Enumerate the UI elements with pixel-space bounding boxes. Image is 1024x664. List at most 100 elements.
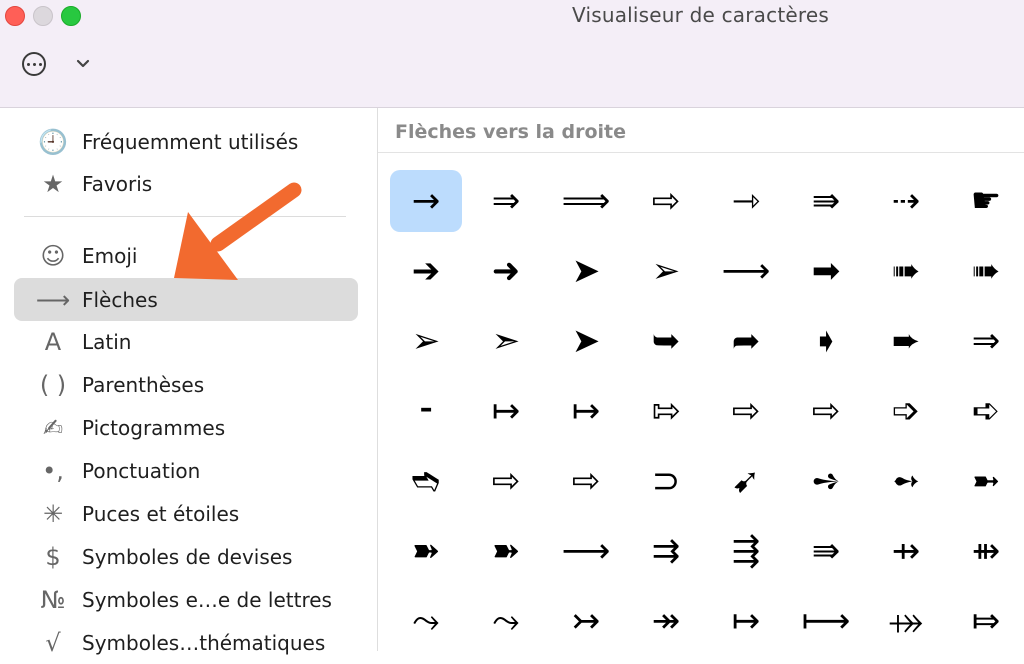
character-cell[interactable]: ➦ [710,310,782,372]
section-title: Flèches vers la droite [395,121,626,143]
character-cell[interactable]: ⟹ [550,170,622,232]
character-cell[interactable]: ⟶ [550,520,622,582]
sidebar-item-label: Fréquemment utilisés [82,130,299,154]
sidebar-item-3[interactable]: ⟶ Flèches [14,278,358,321]
star-icon: ★ [42,170,64,198]
character-cell[interactable]: ⇰ [630,380,702,442]
character-cell[interactable]: ➤ [550,240,622,302]
sidebar-item-0[interactable]: 🕘 Fréquemment utilisés [14,120,358,163]
clock-icon: 🕘 [38,128,68,156]
character-cell[interactable]: → [390,170,462,232]
character-grid: → ⇒ ⟹ ⇨ ⇾ ⇛ ⇢ ☛ ➔ ➜ ➤ ➢ ⟶ ➡ ➠ ➠ ➢ ➣ ➤ ➥ ➦ ➧ ➨ ⇒ ⁃ ↦ ↦ ⇰ ⇨ ⇨ ➩ ➪ ➬ ⇨ ⇨ ⊃ ➹ ➺ ➻ ➼… [390,170,1024,660]
window-title: Visualiseur de caractères [572,3,829,27]
character-cell[interactable]: ➹ [710,450,782,512]
sidebar-item-4[interactable]: A Latin [14,320,358,363]
numero-icon: № [40,586,66,614]
character-cell[interactable]: ⇉ [630,520,702,582]
sidebar-item-8[interactable]: ✳ Puces et étoiles [14,492,358,535]
character-cell[interactable]: ➔ [390,240,462,302]
dollar-icon: $ [45,543,61,571]
sidebar-item-label: Symboles…thématiques [82,631,326,655]
pictogram-icon: ✍ [42,414,64,442]
minimize-window-button[interactable] [33,6,53,26]
character-cell[interactable]: ➺ [790,450,862,512]
character-cell[interactable]: ⇛ [790,520,862,582]
sidebar-item-9[interactable]: $ Symboles de devises [14,535,358,578]
sidebar-item-7[interactable]: •, Ponctuation [14,449,358,492]
sidebar-item-label: Symboles e…e de lettres [82,588,332,612]
parentheses-icon: ( ) [39,371,67,399]
punctuation-icon: •, [42,457,64,485]
ellipsis-circle-icon[interactable] [22,52,46,76]
section-divider [378,152,1024,153]
character-cell[interactable]: ➼ [950,450,1022,512]
latin-a-icon: A [44,328,62,356]
character-cell[interactable]: ➢ [630,240,702,302]
character-cell[interactable]: ⇢ [870,170,942,232]
character-cell[interactable]: ➜ [470,240,542,302]
character-cell[interactable]: ⇒ [470,170,542,232]
character-cell[interactable]: ↦ [710,590,782,652]
character-cell[interactable]: ⇛ [790,170,862,232]
character-cell[interactable]: ☛ [950,170,1022,232]
character-cell[interactable]: ➽ [390,520,462,582]
sidebar-item-2[interactable]: ☺ Emoji [14,234,358,277]
close-window-button[interactable] [5,6,25,26]
character-cell[interactable]: ➡ [790,240,862,302]
character-cell[interactable]: ➥ [630,310,702,372]
character-cell[interactable]: ➪ [950,380,1022,442]
character-cell[interactable]: ⇨ [630,170,702,232]
category-sidebar: 🕘 Fréquemment utilisés ★ Favoris ☺ Emoji ⟶ Flèc… [0,108,378,655]
character-cell[interactable]: ⇨ [710,380,782,442]
character-cell[interactable]: ↦ [550,380,622,442]
character-cell[interactable]: ⇻ [950,520,1022,582]
character-cell[interactable]: ⤀ [870,590,942,652]
character-cell[interactable]: ⤇ [950,590,1022,652]
square-root-icon: √ [45,629,61,657]
chevron-down-icon[interactable] [73,54,93,74]
character-cell[interactable]: ↦ [470,380,542,442]
character-cell[interactable]: ➩ [870,380,942,442]
character-cell[interactable]: ⇨ [470,450,542,512]
character-cell[interactable]: ⁃ [390,380,462,442]
sidebar-item-11[interactable]: √ Symboles…thématiques [14,621,358,664]
character-cell[interactable]: ⇨ [550,450,622,512]
character-cell[interactable]: ➨ [870,310,942,372]
character-cell[interactable]: ⊃ [630,450,702,512]
sidebar-item-label: Puces et étoiles [82,502,240,526]
character-cell[interactable]: ⇶ [710,520,782,582]
sidebar-item-10[interactable]: № Symboles e…e de lettres [14,578,358,621]
character-cell[interactable]: ⟶ [710,240,782,302]
character-cell[interactable]: ➠ [870,240,942,302]
character-cell[interactable]: ↠ [630,590,702,652]
zoom-window-button[interactable] [61,6,81,26]
character-cell[interactable]: ⇒ [950,310,1022,372]
sidebar-item-label: Emoji [82,244,138,268]
sidebar-item-6[interactable]: ✍ Pictogrammes [14,406,358,449]
sidebar-divider [24,216,346,217]
character-cell[interactable]: ➻ [870,450,942,512]
character-cell[interactable]: ⤳ [470,590,542,652]
sidebar-item-1[interactable]: ★ Favoris [14,162,358,205]
character-cell[interactable]: ↣ [550,590,622,652]
smiley-icon: ☺ [40,242,66,270]
character-cell[interactable]: ➢ [390,310,462,372]
character-cell[interactable]: ➬ [390,450,462,512]
character-cell[interactable]: ⇸ [870,520,942,582]
sidebar-item-label: Symboles de devises [82,545,293,569]
character-cell[interactable]: ⟼ [790,590,862,652]
window-titlebar: Visualiseur de caractères [0,0,1024,108]
sidebar-item-label: Pictogrammes [82,416,226,440]
character-cell[interactable]: ➤ [550,310,622,372]
sidebar-item-5[interactable]: ( ) Parenthèses [14,363,358,406]
character-panel: Flèches vers la droite → ⇒ ⟹ ⇨ ⇾ ⇛ ⇢ ☛ ➔ ➜ ➤ ➢ ⟶ ➡ ➠ ➠ ➢… [378,108,1024,651]
sidebar-item-label: Latin [82,330,132,354]
character-cell[interactable]: ➽ [470,520,542,582]
character-cell[interactable]: ⇨ [790,380,862,442]
character-cell[interactable]: ⇾ [710,170,782,232]
sidebar-item-label: Parenthèses [82,373,205,397]
character-cell[interactable]: ⤳ [390,590,462,652]
character-cell[interactable]: ➣ [470,310,542,372]
character-cell[interactable]: ➧ [790,310,862,372]
character-cell[interactable]: ➠ [950,240,1022,302]
